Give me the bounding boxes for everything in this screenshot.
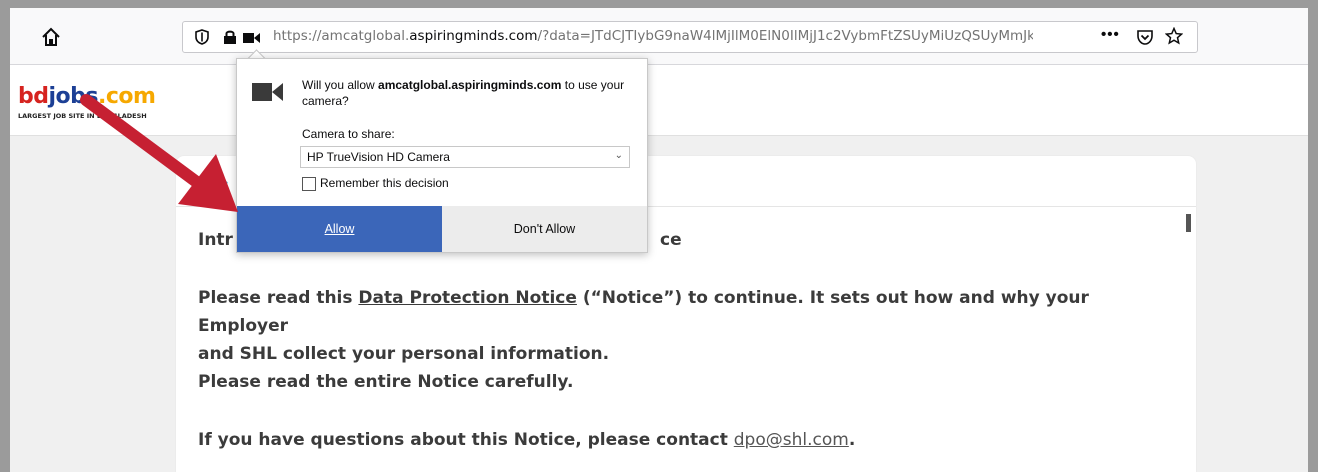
camera-permission-popup: Will you allow amcatglobal.aspiringminds… [236,58,648,253]
bookmark-star-icon[interactable] [1164,26,1184,50]
bdjobs-logo[interactable]: bdjobs.com [18,84,156,109]
home-icon[interactable] [40,26,62,48]
contact-paragraph: If you have questions about this Notice,… [198,430,856,450]
site-header [10,65,1308,136]
browser-toolbar: https://amcatglobal.aspiringminds.com/?d… [10,8,1308,65]
read-notice-text: Please read the entire Notice carefully. [198,372,574,392]
scrollbar[interactable] [1186,214,1191,232]
checkbox-box[interactable] [302,176,316,191]
camera-share-label: Camera to share: [302,127,395,141]
camera-permission-icon[interactable] [243,31,261,49]
pocket-icon[interactable] [1136,28,1154,51]
shield-icon[interactable] [195,29,209,50]
allow-button[interactable]: Allow [237,206,442,252]
lock-icon[interactable] [223,29,237,50]
remember-decision-checkbox[interactable]: Remember this decision [302,176,449,191]
url-text[interactable]: https://amcatglobal.aspiringminds.com/?d… [273,28,1033,44]
logo-tagline: LARGEST JOB SITE IN BANGLADESH [18,112,147,120]
contact-email-link[interactable]: dpo@shl.com [734,430,849,450]
camera-select[interactable]: HP TrueVision HD Camera ⌄ [300,146,630,168]
chevron-down-icon: ⌄ [614,150,623,161]
camera-select-value: HP TrueVision HD Camera [307,150,450,164]
card-tab[interactable]: S [220,178,229,193]
camera-icon [252,81,284,106]
data-protection-notice-link[interactable]: Data Protection Notice [358,288,576,308]
dont-allow-button[interactable]: Don't Allow [442,206,647,252]
permission-message: Will you allow amcatglobal.aspiringminds… [302,78,625,108]
browser-window: https://amcatglobal.aspiringminds.com/?d… [10,8,1308,472]
remember-label: Remember this decision [320,176,449,190]
notice-paragraph: Please read this Data Protection Notice … [198,288,1089,364]
address-bar[interactable]: https://amcatglobal.aspiringminds.com/?d… [182,21,1198,53]
page-actions-icon[interactable]: ••• [1101,26,1120,43]
